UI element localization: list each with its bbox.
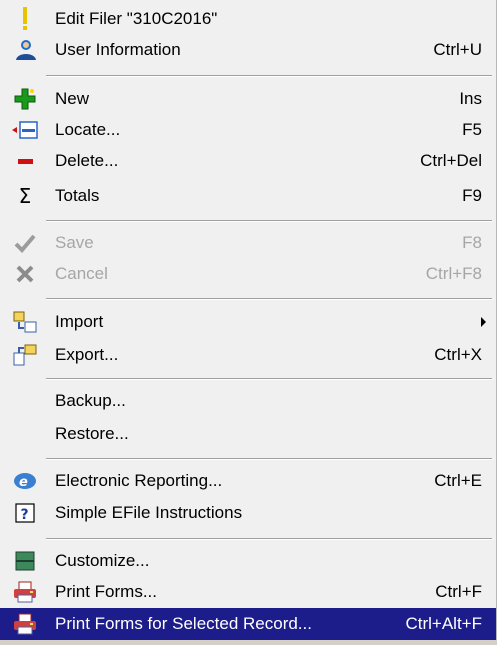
menu-item-shortcut: Ctrl+Alt+F [405, 614, 482, 633]
menu-item-label: Backup... [55, 391, 126, 410]
menu-item-electronic-reporting[interactable]: e Electronic Reporting... Ctrl+E [0, 466, 496, 496]
printer-icon [12, 579, 38, 605]
menu-item-label: Customize... [55, 551, 150, 570]
menu-item-label: Print Forms... [55, 582, 158, 601]
menu-bottom-edge [0, 640, 497, 645]
locate-icon [12, 117, 38, 143]
menu-item-label: Delete... [55, 151, 119, 170]
menu-item-shortcut: Ctrl+E [434, 471, 482, 490]
menu-item-shortcut: Ins [459, 89, 482, 108]
menu-separator [46, 538, 492, 540]
sigma-icon: Σ [18, 184, 32, 208]
menu-item-new[interactable]: New Ins [0, 84, 496, 114]
menu-item-backup[interactable]: Backup... [0, 386, 496, 416]
menu-item-shortcut: Ctrl+F8 [425, 264, 482, 283]
menu-item-label: Import [55, 312, 104, 331]
checkmark-icon [12, 230, 38, 256]
menu-item-label: Locate... [55, 120, 121, 139]
menu-item-restore[interactable]: Restore... [0, 419, 496, 449]
menu-item-label: Electronic Reporting... [55, 471, 223, 490]
menu-item-shortcut: F8 [462, 233, 482, 252]
menu-separator [46, 298, 492, 300]
exclamation-icon [12, 6, 38, 32]
menu-item-label: Export... [55, 345, 119, 364]
menu-separator [46, 378, 492, 380]
menu-item-cancel[interactable]: Cancel Ctrl+F8 [0, 259, 496, 289]
menu-item-label: Edit Filer "310C2016" [55, 9, 218, 28]
submenu-arrow-icon [481, 317, 486, 327]
menu-item-label: Restore... [55, 424, 129, 443]
electronic-reporting-icon: e [12, 468, 38, 494]
x-icon [12, 261, 38, 287]
menu-item-label: Print Forms for Selected Record... [55, 614, 312, 633]
help-question-icon: ? [12, 500, 38, 526]
menu-item-edit-filer[interactable]: Edit Filer "310C2016" [0, 4, 496, 34]
menu-item-shortcut: F5 [462, 120, 482, 139]
menu-item-print-forms-selected-record[interactable]: Print Forms for Selected Record... Ctrl+… [0, 608, 496, 640]
menu-item-shortcut: Ctrl+F [435, 582, 482, 601]
svg-text:e: e [19, 475, 28, 490]
menu-item-label: Cancel [55, 264, 108, 283]
menu-item-label: Totals [55, 186, 100, 205]
menu-item-save[interactable]: Save F8 [0, 228, 496, 258]
context-menu: Edit Filer "310C2016" User Information C… [0, 0, 497, 645]
menu-item-shortcut: F9 [462, 186, 482, 205]
menu-item-shortcut: Ctrl+X [434, 345, 482, 364]
menu-item-customize[interactable]: Customize... [0, 546, 496, 576]
menu-item-user-information[interactable]: User Information Ctrl+U [0, 35, 496, 65]
delete-minus-icon [12, 148, 38, 174]
menu-separator [46, 458, 492, 460]
menu-separator [46, 220, 492, 222]
menu-item-totals[interactable]: Σ Totals F9 [0, 181, 496, 211]
menu-item-simple-efile-instructions[interactable]: ? Simple EFile Instructions [0, 498, 496, 528]
menu-separator [46, 75, 492, 77]
customize-icon [12, 548, 38, 574]
export-icon [12, 342, 38, 368]
menu-item-locate[interactable]: Locate... F5 [0, 115, 496, 145]
menu-item-label: Simple EFile Instructions [55, 503, 243, 522]
menu-item-delete[interactable]: Delete... Ctrl+Del [0, 146, 496, 176]
svg-text:?: ? [21, 507, 29, 523]
menu-item-shortcut: Ctrl+Del [420, 151, 482, 170]
new-plus-icon [12, 86, 38, 112]
import-icon [12, 309, 38, 335]
user-icon [12, 37, 38, 63]
menu-item-print-forms[interactable]: Print Forms... Ctrl+F [0, 577, 496, 607]
menu-item-import[interactable]: Import [0, 307, 496, 337]
menu-item-export[interactable]: Export... Ctrl+X [0, 340, 496, 370]
printer-icon [12, 611, 38, 637]
menu-item-label: New [55, 89, 90, 108]
menu-item-label: Save [55, 233, 94, 252]
menu-item-label: User Information [55, 40, 181, 59]
menu-item-shortcut: Ctrl+U [433, 40, 482, 59]
